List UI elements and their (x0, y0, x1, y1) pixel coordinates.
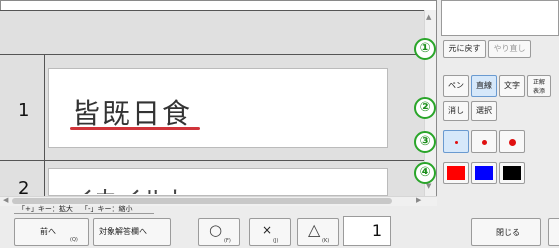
color-blue-button[interactable] (471, 162, 497, 184)
page-number-input[interactable]: 1 (343, 216, 391, 246)
marker-3-badge: ③ (414, 131, 436, 153)
mark-incorrect-shortcut: (J) (273, 238, 279, 244)
small-dot-icon (455, 141, 458, 144)
previous-button-label: 前へ (40, 227, 56, 236)
scroll-left-icon[interactable]: ◀ (3, 196, 8, 204)
marker-4-badge: ④ (414, 162, 436, 184)
pen-size-small-button[interactable] (443, 130, 469, 153)
sheet-border-header (0, 54, 424, 55)
medium-dot-icon (482, 140, 487, 145)
redo-button[interactable]: やり直し (488, 40, 531, 58)
text-tool-button[interactable]: 文字 (499, 75, 525, 97)
black-swatch (503, 166, 521, 180)
pen-size-large-button[interactable] (499, 130, 525, 153)
row-1-answer-text: 皆既日食 (72, 97, 193, 130)
scroll-right-icon[interactable]: ▶ (416, 196, 421, 204)
sheet-row-divider (0, 160, 424, 161)
hint-divider (14, 213, 154, 214)
go-to-target-answer-label: 対象解答欄へ (99, 227, 147, 236)
triangle-icon: △ (308, 220, 321, 239)
select-tool-button[interactable]: 選択 (471, 101, 497, 121)
sheet-column-divider (44, 54, 45, 196)
circle-icon: ○ (209, 221, 223, 239)
line-tool-button[interactable]: 直線 (471, 75, 497, 97)
red-swatch (447, 166, 465, 180)
row-1-number: 1 (18, 100, 30, 121)
overflow-button[interactable] (548, 218, 559, 246)
color-red-button[interactable] (443, 162, 469, 184)
undo-button[interactable]: 元に戻す (443, 40, 486, 58)
color-black-button[interactable] (499, 162, 525, 184)
erase-tool-button[interactable]: 消し (443, 101, 469, 121)
correct-answer-button[interactable]: 正解 表添 (527, 75, 551, 97)
scroll-up-icon[interactable]: ▲ (426, 13, 431, 21)
sheet-border-top (0, 10, 424, 11)
pen-tool-button[interactable]: ペン (443, 75, 469, 97)
previous-button-shortcut: (Q) (70, 237, 78, 243)
marker-1-badge: ① (414, 38, 436, 60)
pen-size-medium-button[interactable] (471, 130, 497, 153)
marker-2-badge: ② (414, 97, 436, 119)
blue-swatch (475, 166, 493, 180)
tool-panel-header (441, 0, 559, 36)
red-underline-annotation (70, 127, 200, 130)
mark-partial-shortcut: (K) (322, 238, 330, 244)
cross-icon: × (262, 223, 273, 237)
correct-answer-label-2: 表添 (532, 88, 545, 95)
correct-answer-label-1: 正解 (532, 79, 545, 86)
large-dot-icon (509, 139, 516, 146)
mark-correct-shortcut: (F) (224, 238, 231, 244)
close-button-label: 閉じる (496, 228, 520, 237)
